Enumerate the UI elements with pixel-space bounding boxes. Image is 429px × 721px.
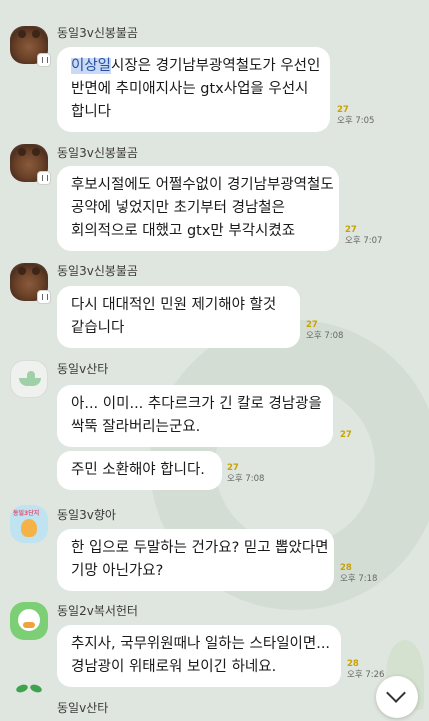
duck-avatar-icon (10, 602, 48, 640)
unread-count: 27 (340, 430, 352, 440)
avatar-sinbongbulgom[interactable] (10, 26, 51, 67)
message-time: 오후 7:07 (345, 236, 383, 246)
avatar-sinbongbulgom[interactable] (10, 263, 51, 304)
scroll-down-button[interactable] (376, 676, 418, 718)
sender-name: 동일v산타 (57, 701, 109, 715)
message-bubble[interactable]: 다시 대대적인 민원 제기해야 할것 같습니다 (57, 286, 300, 348)
message-line: 공약에 넣었지만 초기부터 경남철은 (71, 200, 285, 216)
message-line: 아... 이미... 추다르크가 긴 칼로 경남광을 (71, 396, 322, 412)
message-line: 합니다 (71, 104, 112, 120)
message-line: 후보시절에도 어쩔수없이 경기남부광역철도 (71, 177, 334, 193)
message-line: 추지사, 국무위원때나 일하는 스타일이면... (71, 636, 331, 652)
highlighted-text: 이상일 (71, 58, 112, 74)
message-meta: 27 오후 7:08 (306, 320, 343, 342)
message-meta: 27 오후 7:08 (227, 463, 264, 485)
avatar-sinbongbulgom[interactable] (10, 144, 51, 185)
avatar-santa[interactable] (10, 360, 48, 398)
message-bubble[interactable]: 추지사, 국무위원때나 일하는 스타일이면... 경남광이 위태로워 보이긴 하… (57, 625, 341, 687)
profile-badge-icon (37, 53, 51, 67)
message-meta: 28 오후 7:26 (347, 659, 384, 681)
message-time: 오후 7:08 (306, 331, 344, 341)
profile-badge-icon (37, 290, 51, 304)
message-bubble[interactable]: 아... 이미... 추다르크가 긴 칼로 경남광을 싹뚝 잘라버리는군요. (57, 385, 333, 447)
message-line: 한 입으로 두말하는 건가요? 믿고 뽑았다면 (71, 540, 329, 556)
message-time: 오후 7:05 (337, 116, 375, 126)
message-bubble[interactable]: 한 입으로 두말하는 건가요? 믿고 뽑았다면 기망 아닌가요? (57, 529, 334, 591)
message-bubble[interactable]: 이상일시장은 경기남부광역철도가 우선인 반면에 추미애지사는 gtx사업을 우… (57, 47, 330, 132)
message-line: 싹뚝 잘라버리는군요. (71, 419, 201, 435)
message-meta: 27 (340, 430, 352, 441)
message-line: 기망 아닌가요? (71, 563, 164, 579)
unread-count: 27 (306, 320, 318, 330)
chevron-down-icon (386, 683, 406, 703)
unread-count: 28 (340, 563, 352, 573)
sender-name: 동일3v신봉불곰 (57, 264, 138, 278)
message-meta: 28 오후 7:18 (340, 563, 377, 585)
message-line: 같습니다 (71, 320, 125, 336)
message-time: 오후 7:26 (347, 670, 385, 680)
avatar-boxerhunter[interactable] (10, 602, 48, 640)
message-line: 다시 대대적인 민원 제기해야 할것 (71, 297, 277, 313)
message-line: 시장은 경기남부광역철도가 우선인 (111, 58, 321, 74)
message-line: 회의적으로 대했고 gtx만 부각시켰죠 (71, 223, 296, 239)
sender-name: 동일2v복서헌터 (57, 604, 138, 618)
message-time: 오후 7:18 (340, 574, 378, 584)
dongil3danji-avatar-icon (10, 505, 48, 543)
sender-name: 동일v산타 (57, 362, 109, 376)
message-time: 오후 7:08 (227, 474, 265, 484)
profile-badge-icon (37, 171, 51, 185)
message-meta: 27 오후 7:05 (337, 105, 374, 127)
sender-name: 동일3v신봉불곰 (57, 146, 138, 160)
santa-ship-avatar-icon (10, 360, 48, 398)
message-bubble[interactable]: 후보시절에도 어쩔수없이 경기남부광역철도 공약에 넣었지만 초기부터 경남철은… (57, 166, 339, 251)
sprout-avatar-icon (10, 683, 48, 721)
unread-count: 27 (337, 105, 349, 115)
message-line: 반면에 추미애지사는 gtx사업을 우선시 (71, 81, 309, 97)
sender-name: 동일3v향아 (57, 508, 116, 522)
unread-count: 27 (227, 463, 239, 473)
message-bubble[interactable]: 주민 소환해야 합니다. (57, 451, 222, 490)
message-meta: 27 오후 7:07 (345, 225, 382, 247)
unread-count: 28 (347, 659, 359, 669)
sender-name: 동일3v신봉불곰 (57, 26, 138, 40)
unread-count: 27 (345, 225, 357, 235)
avatar-santa[interactable] (10, 683, 48, 721)
message-line: 경남광이 위태로워 보이긴 하네요. (71, 659, 277, 675)
message-line: 주민 소환해야 합니다. (71, 462, 205, 478)
avatar-hyanga[interactable] (10, 505, 48, 543)
